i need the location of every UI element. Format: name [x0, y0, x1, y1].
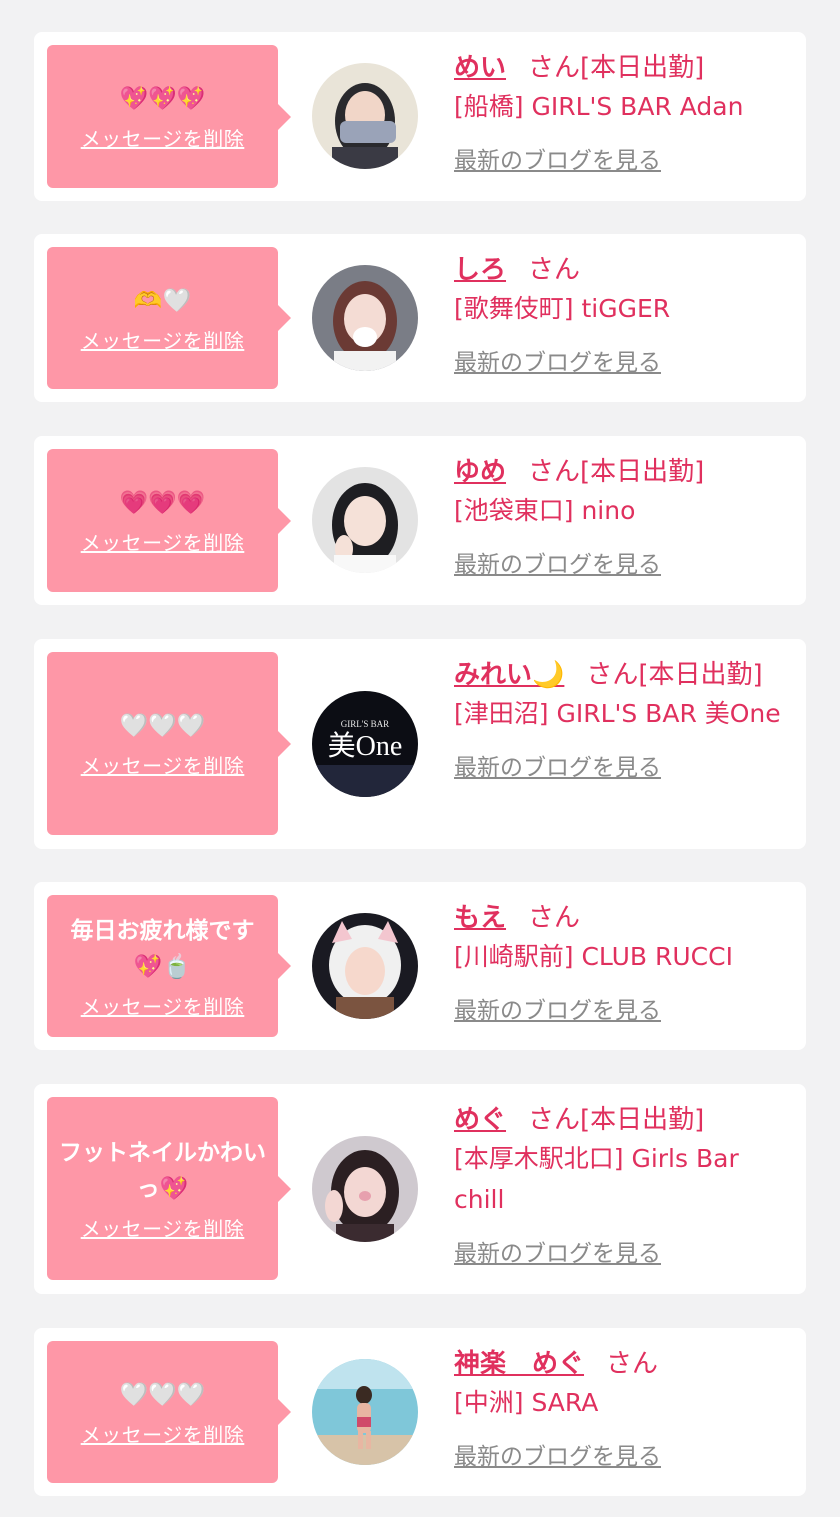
honorific: さん	[606, 1349, 659, 1379]
avatar[interactable]	[312, 1359, 418, 1465]
shop-name: [歌舞伎町] tiGGER	[454, 294, 671, 323]
latest-blog-link[interactable]: 最新のブログを見る	[454, 991, 661, 1025]
message-card: 💖💖💖 メッセージを削除 めい さん[本日出勤] [船橋] GIRL'S BAR …	[34, 32, 806, 201]
message-bubble: 💗💗💗 メッセージを削除	[47, 449, 291, 592]
avatar[interactable]	[312, 467, 418, 573]
logo-small-text: GIRL'S BAR	[341, 719, 389, 729]
honorific: さん	[586, 660, 639, 690]
message-card: 🤍🤍🤍 メッセージを削除 神楽 めぐ さん [中洲] SARA 最新のブログを見る	[34, 1328, 806, 1496]
message-card: 🫶🤍 メッセージを削除 しろ さん [歌舞伎町] tiGGER 最新のブログを見る	[34, 234, 806, 402]
name-link[interactable]: めい	[454, 53, 506, 83]
message-text: 💗💗💗	[119, 490, 206, 516]
shop-name: [本厚木駅北口] Girls Bar chill	[454, 1144, 739, 1214]
name-link[interactable]: みれい🌙	[454, 660, 564, 690]
girl-photo-icon	[312, 1136, 418, 1242]
girl-photo-icon	[312, 63, 418, 169]
beach-photo-icon	[312, 1359, 418, 1465]
profile-info: みれい🌙 さん[本日出勤] [津田沼] GIRL'S BAR 美One 最新のブロ…	[454, 657, 784, 782]
shop-name: [中洲] SARA	[454, 1388, 599, 1417]
avatar[interactable]: GIRL'S BAR 美One	[312, 691, 418, 797]
status-badge: [本日出勤]	[580, 1105, 705, 1135]
latest-blog-link[interactable]: 最新のブログを見る	[454, 545, 661, 579]
message-text: 🤍🤍🤍	[119, 713, 206, 739]
delete-message-link[interactable]: メッセージを削除	[81, 991, 245, 1020]
latest-blog-link[interactable]: 最新のブログを見る	[454, 748, 661, 782]
message-bubble: 💖💖💖 メッセージを削除	[47, 45, 291, 188]
girl-photo-icon	[312, 913, 418, 1019]
status-badge: [本日出勤]	[580, 53, 705, 83]
name-link[interactable]: もえ	[454, 903, 506, 933]
message-text: 毎日お疲れ様です💖🍵	[70, 917, 255, 980]
shop-name: [池袋東口] nino	[454, 496, 636, 525]
logo-big-text: 美One	[328, 730, 403, 762]
message-bubble: 🤍🤍🤍 メッセージを削除	[47, 652, 291, 835]
message-card: フットネイルかわいっ💖 メッセージを削除 めぐ さん[本日出勤] [本厚木駅北口]…	[34, 1084, 806, 1294]
message-bubble: フットネイルかわいっ💖 メッセージを削除	[47, 1097, 291, 1280]
latest-blog-link[interactable]: 最新のブログを見る	[454, 1437, 661, 1471]
shop-name: [津田沼] GIRL'S BAR 美One	[454, 699, 781, 728]
delete-message-link[interactable]: メッセージを削除	[81, 1419, 245, 1448]
avatar[interactable]	[312, 63, 418, 169]
girl-photo-icon	[312, 265, 418, 371]
latest-blog-link[interactable]: 最新のブログを見る	[454, 343, 661, 377]
message-card: 毎日お疲れ様です💖🍵 メッセージを削除 もえ さん [川崎駅前] CLUB RUC…	[34, 882, 806, 1050]
delete-message-link[interactable]: メッセージを削除	[81, 1213, 245, 1242]
message-text: 💖💖💖	[119, 86, 206, 112]
profile-info: めい さん[本日出勤] [船橋] GIRL'S BAR Adan 最新のブログを見…	[454, 50, 784, 175]
girl-photo-icon	[312, 467, 418, 573]
bar-logo-icon: GIRL'S BAR 美One	[312, 691, 418, 797]
honorific: さん	[528, 53, 581, 83]
delete-message-link[interactable]: メッセージを削除	[81, 123, 245, 152]
profile-info: 神楽 めぐ さん [中洲] SARA 最新のブログを見る	[454, 1346, 784, 1471]
name-link[interactable]: 神楽 めぐ	[454, 1349, 584, 1379]
honorific: さん	[528, 457, 581, 487]
latest-blog-link[interactable]: 最新のブログを見る	[454, 141, 661, 175]
avatar[interactable]	[312, 265, 418, 371]
avatar[interactable]	[312, 913, 418, 1019]
message-text: 🫶🤍	[133, 287, 192, 314]
honorific: さん	[528, 255, 581, 285]
name-link[interactable]: ゆめ	[454, 457, 506, 487]
message-card: 💗💗💗 メッセージを削除 ゆめ さん[本日出勤] [池袋東口] nino 最新のブ…	[34, 436, 806, 605]
profile-info: もえ さん [川崎駅前] CLUB RUCCI 最新のブログを見る	[454, 900, 784, 1025]
status-badge: [本日出勤]	[638, 660, 763, 690]
honorific: さん	[528, 903, 581, 933]
message-bubble: 🤍🤍🤍 メッセージを削除	[47, 1341, 291, 1483]
delete-message-link[interactable]: メッセージを削除	[81, 527, 245, 556]
shop-name: [川崎駅前] CLUB RUCCI	[454, 942, 733, 971]
profile-info: しろ さん [歌舞伎町] tiGGER 最新のブログを見る	[454, 252, 784, 377]
name-link[interactable]: めぐ	[454, 1105, 506, 1135]
status-badge: [本日出勤]	[580, 457, 705, 487]
message-list: 💖💖💖 メッセージを削除 めい さん[本日出勤] [船橋] GIRL'S BAR …	[0, 0, 840, 1517]
message-text: フットネイルかわいっ💖	[59, 1140, 266, 1202]
avatar[interactable]	[312, 1136, 418, 1242]
message-bubble: 毎日お疲れ様です💖🍵 メッセージを削除	[47, 895, 291, 1037]
delete-message-link[interactable]: メッセージを削除	[81, 325, 245, 354]
honorific: さん	[528, 1105, 581, 1135]
latest-blog-link[interactable]: 最新のブログを見る	[454, 1234, 661, 1268]
profile-info: めぐ さん[本日出勤] [本厚木駅北口] Girls Bar chill 最新のブ…	[454, 1102, 784, 1268]
shop-name: [船橋] GIRL'S BAR Adan	[454, 92, 744, 121]
delete-message-link[interactable]: メッセージを削除	[81, 750, 245, 779]
message-text: 🤍🤍🤍	[119, 1381, 206, 1408]
message-card: 🤍🤍🤍 メッセージを削除 GIRL'S BAR 美One みれい🌙 さん[本日出勤…	[34, 639, 806, 849]
profile-info: ゆめ さん[本日出勤] [池袋東口] nino 最新のブログを見る	[454, 454, 784, 579]
message-bubble: 🫶🤍 メッセージを削除	[47, 247, 291, 389]
name-link[interactable]: しろ	[454, 255, 506, 285]
